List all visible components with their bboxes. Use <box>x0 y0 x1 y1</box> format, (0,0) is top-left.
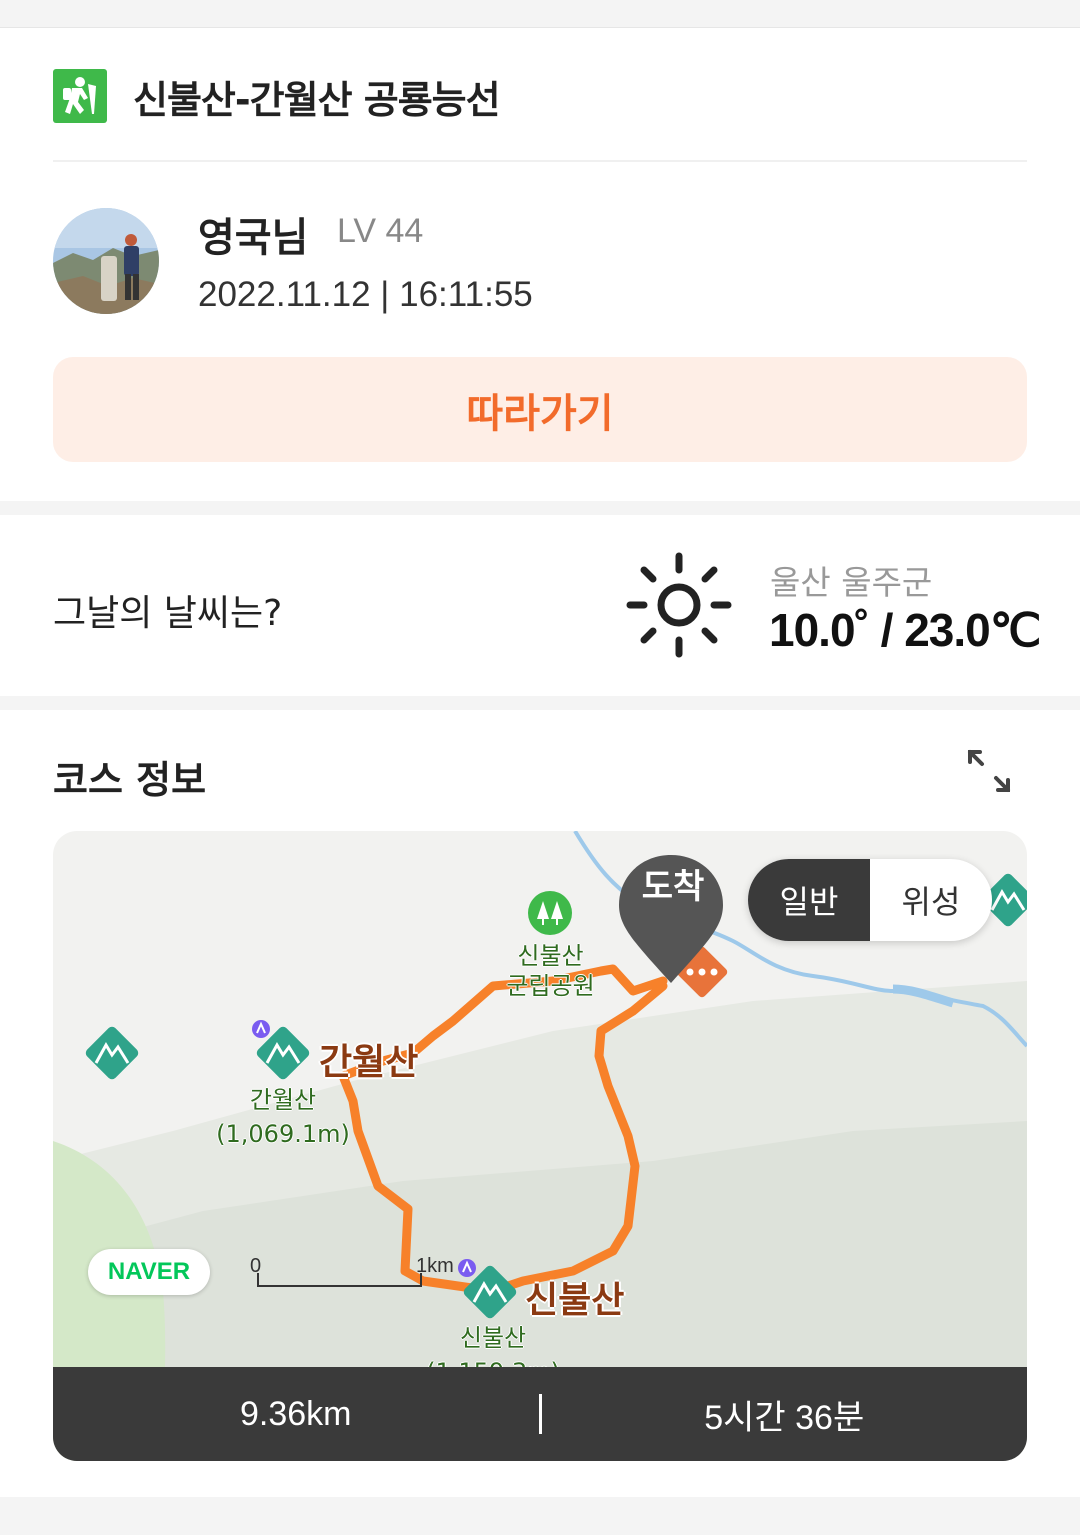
section-separator <box>0 696 1080 710</box>
user-level: LV 44 <box>337 212 424 250</box>
peak-label-sinbulsan: 신불산 <box>525 1280 625 1321</box>
map-type-toggle: 일반 위성 <box>748 859 992 941</box>
peak-detail-ganwolsan: 간월산 (1,069.1m) <box>208 1083 358 1151</box>
weather-question: 그날의 날씨는? <box>53 593 283 634</box>
course-distance: 9.36km <box>240 1394 352 1433</box>
top-edge <box>0 0 1080 28</box>
peak-elevation: (1,069.1m) <box>216 1120 350 1148</box>
naver-logo: NAVER <box>88 1249 210 1295</box>
park-label-line2: 군립공원 <box>506 972 595 1000</box>
weather-location: 울산 울주군 <box>770 563 933 602</box>
park-label: 신불산 군립공원 <box>493 941 608 1001</box>
park-label-line1: 신불산 <box>517 942 584 970</box>
course-title: 신불산-간월산 공룡능선 <box>133 77 501 122</box>
weather-temperature: 10.0˚ / 23.0℃ <box>769 604 1041 656</box>
course-duration: 5시간 36분 <box>704 1398 865 1437</box>
peak-name: 신불산 <box>459 1324 527 1352</box>
map-type-satellite[interactable]: 위성 <box>870 859 992 941</box>
divider <box>53 160 1027 162</box>
course-map[interactable]: 도착 일반 위성 신불산 군립공원 간월산 간월산 (1,069.1m) 신불산… <box>53 831 1027 1461</box>
hiker-icon <box>53 69 107 123</box>
section-separator <box>0 1497 1080 1535</box>
record-datetime: 2022.11.12 | 16:11:55 <box>198 275 533 314</box>
scale-start-label: 0 <box>250 1255 262 1277</box>
user-name: 영국님 <box>198 215 309 261</box>
peak-marker <box>85 1026 139 1080</box>
peak-name: 간월산 <box>249 1086 317 1114</box>
avatar[interactable] <box>53 208 159 314</box>
expand-icon[interactable] <box>962 744 1016 798</box>
follow-button[interactable]: 따라가기 <box>53 357 1027 462</box>
peak-marker <box>252 1020 310 1080</box>
course-info-title: 코스 정보 <box>53 758 207 802</box>
section-separator <box>0 501 1080 515</box>
sun-icon <box>626 552 732 658</box>
peak-label-ganwolsan: 간월산 <box>319 1042 419 1083</box>
map-type-normal[interactable]: 일반 <box>748 859 870 941</box>
scale-end-label: 1km <box>416 1255 454 1277</box>
arrival-label: 도착 <box>641 867 705 907</box>
course-stats-bar: 9.36km 5시간 36분 <box>53 1367 1027 1461</box>
course-header: 신불산-간월산 공룡능선 <box>53 69 501 123</box>
